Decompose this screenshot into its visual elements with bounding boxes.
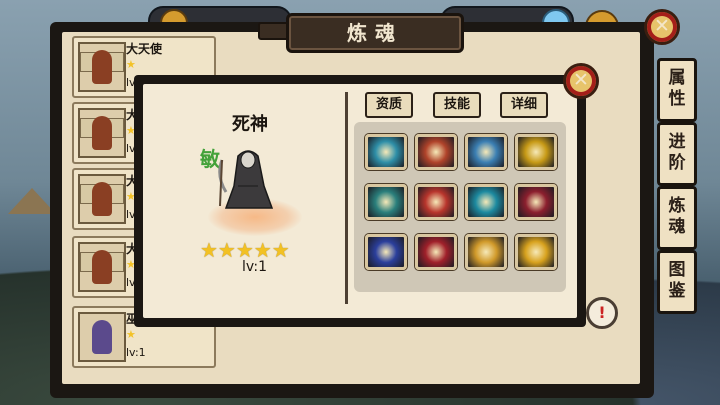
alert-icon[interactable]: ! <box>586 297 618 329</box>
star-icon: ★ <box>126 58 136 71</box>
ice-spear-skill-icon[interactable] <box>465 134 507 170</box>
tab-attributes[interactable]: 属 性 <box>657 58 697 122</box>
hero-portrait <box>78 42 126 92</box>
frost-shield-skill-icon[interactable] <box>365 134 407 170</box>
hero-portrait <box>78 108 126 158</box>
tab-label: 属 <box>668 68 686 88</box>
hero-portrait <box>78 312 126 362</box>
whirlwind-skill-icon[interactable] <box>465 234 507 270</box>
demon-maw-skill-icon[interactable] <box>415 234 457 270</box>
window-title: 炼魂 <box>286 13 464 53</box>
tab-label: 阶 <box>668 153 686 173</box>
golden-sword-skill-icon[interactable] <box>515 134 557 170</box>
hero-level: lv:1 <box>126 346 146 359</box>
archangel-figure <box>92 116 112 150</box>
archangel-figure <box>92 50 112 84</box>
tab-soul-refine[interactable]: 炼 魂 <box>657 186 697 250</box>
divine-power-skill-icon[interactable] <box>515 234 557 270</box>
dialog-divider <box>345 92 348 304</box>
blood-burst-skill-icon[interactable] <box>415 184 457 220</box>
crimson-vortex-skill-icon[interactable] <box>515 184 557 220</box>
tab-aptitude[interactable]: 资质 <box>365 92 413 118</box>
hero-title: 死神 <box>232 114 268 135</box>
tab-label: 炼 <box>668 196 686 216</box>
star-icon: ★ <box>126 328 136 341</box>
hero-name: 大天使 <box>126 42 163 56</box>
main-close-button[interactable]: ✕ <box>644 9 680 45</box>
tab-codex[interactable]: 图 鉴 <box>657 250 697 314</box>
piercing-arrow-skill-icon[interactable] <box>365 234 407 270</box>
tab-label: 进 <box>668 132 686 152</box>
tab-skills[interactable]: 技能 <box>433 92 481 118</box>
shadow-strike-skill-icon[interactable] <box>365 184 407 220</box>
archangel-figure <box>92 182 112 216</box>
shaman-figure <box>92 320 112 354</box>
dialog-close-button[interactable]: ✕ <box>563 63 599 99</box>
tent-decoration <box>8 188 56 214</box>
tab-label: 性 <box>668 89 686 109</box>
tab-label: 魂 <box>668 217 686 237</box>
hero-portrait <box>78 242 126 292</box>
tab-label: 图 <box>668 260 686 280</box>
blade-wheel-skill-icon[interactable] <box>415 134 457 170</box>
crescent-slash-skill-icon[interactable] <box>465 184 507 220</box>
archangel-figure <box>92 250 112 284</box>
tab-label: 鉴 <box>668 281 686 301</box>
tab-advance[interactable]: 进 阶 <box>657 122 697 186</box>
hero-portrait <box>78 174 126 224</box>
hero-level-label: lv:1 <box>242 259 268 275</box>
tab-details[interactable]: 详细 <box>500 92 548 118</box>
reaper-hero-figure <box>218 150 274 209</box>
